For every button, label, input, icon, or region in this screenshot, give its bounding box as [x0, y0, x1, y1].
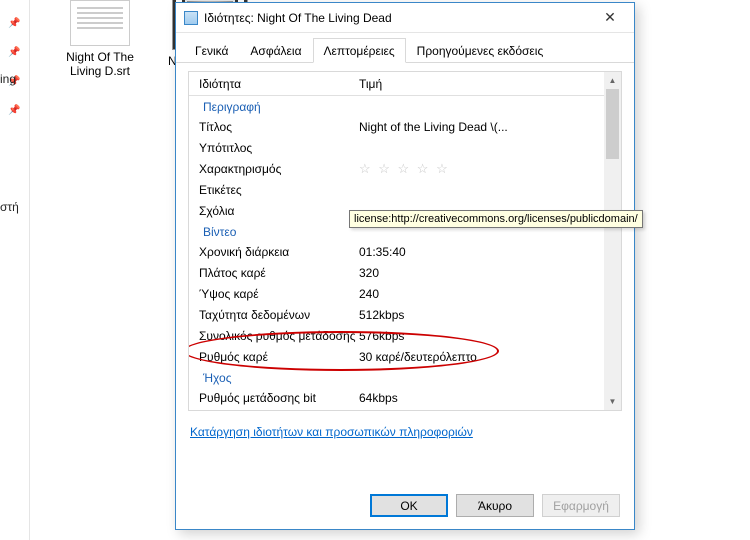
scrollbar[interactable]: ▲ ▼ — [604, 72, 621, 410]
prop-label: Πλάτος καρέ — [199, 266, 359, 280]
property-listbox[interactable]: Ιδιότητα Τιμή Περιγραφή ΤίτλοςNight of t… — [188, 71, 622, 411]
file-label: Night Of The Living D.srt — [50, 50, 150, 78]
row-data-rate[interactable]: Ταχύτητα δεδομένων512kbps — [189, 304, 604, 325]
tooltip: license:http://creativecommons.org/licen… — [349, 210, 643, 228]
prop-value: 240 — [359, 287, 604, 301]
pin-icon: 📌 — [0, 47, 29, 58]
section-description: Περιγραφή — [189, 96, 604, 116]
button-row: OK Άκυρο Εφαρμογή — [370, 494, 620, 517]
scroll-up-icon[interactable]: ▲ — [604, 72, 621, 89]
cropped-text: ing — [0, 72, 16, 86]
remove-properties-link[interactable]: Κατάργηση ιδιοτήτων και προσωπικών πληρο… — [188, 411, 475, 443]
window-title: Ιδιότητες: Night Of The Living Dead — [204, 11, 588, 25]
prop-value: Night of the Living Dead \(... — [359, 120, 604, 134]
window-icon — [184, 11, 198, 25]
row-frame-height[interactable]: Ύψος καρέ240 — [189, 283, 604, 304]
file-thumb-icon — [70, 0, 130, 46]
pin-icon: 📌 — [0, 105, 29, 116]
row-title[interactable]: ΤίτλοςNight of the Living Dead \(... — [189, 116, 604, 137]
tab-general[interactable]: Γενικά — [184, 38, 239, 63]
prop-value: 30 καρέ/δευτερόλεπτο — [359, 350, 604, 364]
desktop: 📌 📌 📌 📌 ing στή Night Of The Living D.sr… — [0, 0, 750, 540]
row-subtitle[interactable]: Υπότιτλος — [189, 137, 604, 158]
prop-value: 512kbps — [359, 308, 604, 322]
row-tags[interactable]: Ετικέτες — [189, 179, 604, 200]
prop-label: Ετικέτες — [199, 183, 359, 197]
apply-button: Εφαρμογή — [542, 494, 620, 517]
list-header: Ιδιότητα Τιμή — [189, 72, 604, 96]
titlebar: Ιδιότητες: Night Of The Living Dead ✕ — [176, 3, 634, 33]
header-value[interactable]: Τιμή — [359, 77, 382, 91]
scroll-down-icon[interactable]: ▼ — [604, 393, 621, 410]
prop-value: 01:35:40 — [359, 245, 604, 259]
section-audio: Ήχος — [189, 367, 604, 387]
row-channels[interactable]: Κανάλια2 (στερεοφωνικά) — [189, 408, 604, 410]
property-list: Ιδιότητα Τιμή Περιγραφή ΤίτλοςNight of t… — [189, 72, 604, 410]
prop-label: Χαρακτηρισμός — [199, 162, 359, 176]
prop-value: 320 — [359, 266, 604, 280]
row-frame-rate[interactable]: Ρυθμός καρέ 30 καρέ/δευτερόλεπτο — [189, 346, 604, 367]
rating-stars[interactable]: ☆ ☆ ☆ ☆ ☆ — [359, 161, 604, 177]
cancel-button[interactable]: Άκυρο — [456, 494, 534, 517]
pin-icon: 📌 — [0, 18, 29, 29]
prop-label: Ύψος καρέ — [199, 287, 359, 301]
prop-label: Χρονική διάρκεια — [199, 245, 359, 259]
prop-label: Υπότιτλος — [199, 141, 359, 155]
row-rating[interactable]: Χαρακτηρισμός☆ ☆ ☆ ☆ ☆ — [189, 158, 604, 179]
properties-dialog: Ιδιότητες: Night Of The Living Dead ✕ Γε… — [175, 2, 635, 530]
tab-security[interactable]: Ασφάλεια — [239, 38, 312, 63]
tabstrip: Γενικά Ασφάλεια Λεπτομέρειες Προηγούμενε… — [176, 33, 634, 63]
close-button[interactable]: ✕ — [588, 4, 632, 32]
row-audio-bitrate[interactable]: Ρυθμός μετάδοσης bit64kbps — [189, 387, 604, 408]
scroll-thumb[interactable] — [606, 89, 619, 159]
prop-value: 576kbps — [359, 329, 604, 343]
tab-previous-versions[interactable]: Προηγούμενες εκδόσεις — [406, 38, 555, 63]
ok-button[interactable]: OK — [370, 494, 448, 517]
cropped-text: στή — [0, 200, 19, 214]
row-frame-width[interactable]: Πλάτος καρέ320 — [189, 262, 604, 283]
prop-label: Ταχύτητα δεδομένων — [199, 308, 359, 322]
row-duration[interactable]: Χρονική διάρκεια01:35:40 — [189, 241, 604, 262]
prop-label: Ρυθμός καρέ — [199, 350, 359, 364]
row-total-bitrate[interactable]: Συνολικός ρυθμός μετάδοσης576kbps — [189, 325, 604, 346]
tab-content: Ιδιότητα Τιμή Περιγραφή ΤίτλοςNight of t… — [176, 63, 634, 453]
prop-label: Συνολικός ρυθμός μετάδοσης — [199, 329, 359, 343]
file-item-srt[interactable]: Night Of The Living D.srt — [50, 0, 150, 78]
header-property[interactable]: Ιδιότητα — [199, 77, 359, 91]
prop-label: Ρυθμός μετάδοσης bit — [199, 391, 359, 405]
tab-details[interactable]: Λεπτομέρειες — [313, 38, 406, 63]
prop-label: Τίτλος — [199, 120, 359, 134]
prop-label: Σχόλια — [199, 204, 359, 218]
prop-value: 64kbps — [359, 391, 604, 405]
